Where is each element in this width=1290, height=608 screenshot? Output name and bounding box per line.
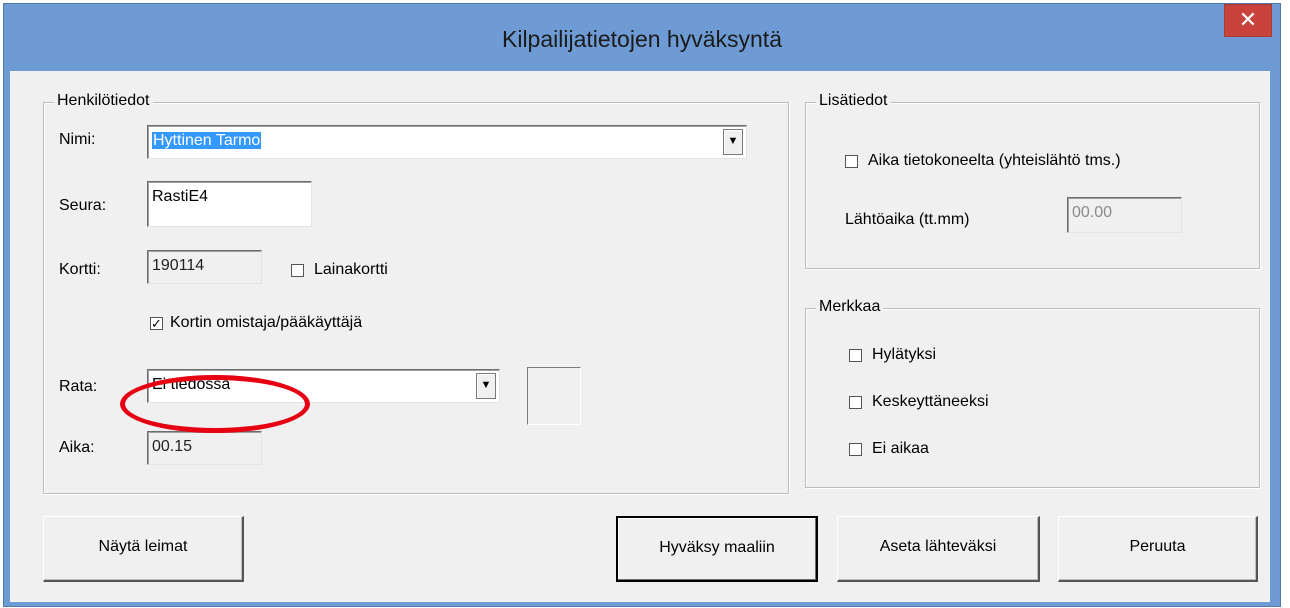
lahtoaika-label: Lähtöaika (tt.mm) xyxy=(845,211,970,228)
dialog-client-area: Henkilötiedot Nimi: Hyttinen Tarmo ▼ Seu… xyxy=(10,71,1270,602)
lainakortti-checkbox[interactable] xyxy=(291,264,304,277)
hylatyksi-label[interactable]: Hylätyksi xyxy=(872,346,936,364)
lisatiedot-legend: Lisätiedot xyxy=(816,92,891,110)
keskeyttaneeksi-checkbox[interactable] xyxy=(849,396,862,409)
lainakortti-label[interactable]: Lainakortti xyxy=(314,261,388,279)
ei-aikaa-checkbox[interactable] xyxy=(849,443,862,456)
omistaja-checkbox[interactable]: ✓ xyxy=(150,317,163,330)
aika-tietokoneelta-checkbox[interactable] xyxy=(845,155,858,168)
lahtoaika-field: 00.00 xyxy=(1067,197,1182,233)
aika-field: 00.15 xyxy=(147,431,262,465)
lisatiedot-group: Lisätiedot xyxy=(805,92,1260,269)
close-icon: ✕ xyxy=(1238,7,1258,32)
seura-input[interactable]: RastiE4 xyxy=(147,181,312,227)
omistaja-label[interactable]: Kortin omistaja/pääkäyttäjä xyxy=(170,314,362,332)
rata-color-box xyxy=(527,367,581,425)
rata-dropdown-arrow-icon[interactable]: ▼ xyxy=(476,373,496,399)
kortti-label: Kortti: xyxy=(59,261,101,278)
hyvaksy-maaliin-button[interactable]: Hyväksy maaliin xyxy=(616,516,818,582)
keskeyttaneeksi-label[interactable]: Keskeyttäneeksi xyxy=(872,393,989,411)
kortti-field: 190114 xyxy=(147,250,262,284)
merkkaa-legend: Merkkaa xyxy=(816,298,884,316)
nayta-leimat-button[interactable]: Näytä leimat xyxy=(43,516,244,582)
aika-tietokoneelta-label[interactable]: Aika tietokoneelta (yhteislähtö tms.) xyxy=(868,152,1121,170)
nimi-dropdown-arrow-icon[interactable]: ▼ xyxy=(723,129,743,155)
aseta-lahteveksi-button[interactable]: Aseta lähteväksi xyxy=(837,516,1040,582)
rata-label: Rata: xyxy=(59,378,98,395)
close-button[interactable]: ✕ xyxy=(1224,4,1272,37)
nimi-label: Nimi: xyxy=(59,131,96,148)
henkilotiedot-legend: Henkilötiedot xyxy=(54,92,153,110)
peruuta-button[interactable]: Peruuta xyxy=(1058,516,1258,582)
hylatyksi-checkbox[interactable] xyxy=(849,349,862,362)
ei-aikaa-label[interactable]: Ei aikaa xyxy=(872,440,929,458)
nimi-combobox[interactable]: Hyttinen Tarmo ▼ xyxy=(147,125,747,159)
nimi-value: Hyttinen Tarmo xyxy=(152,132,262,149)
annotation-circle xyxy=(120,375,310,433)
window-title: Kilpailijatietojen hyväksyntä xyxy=(502,26,782,52)
aika-label: Aika: xyxy=(59,439,95,456)
seura-label: Seura: xyxy=(59,197,107,214)
